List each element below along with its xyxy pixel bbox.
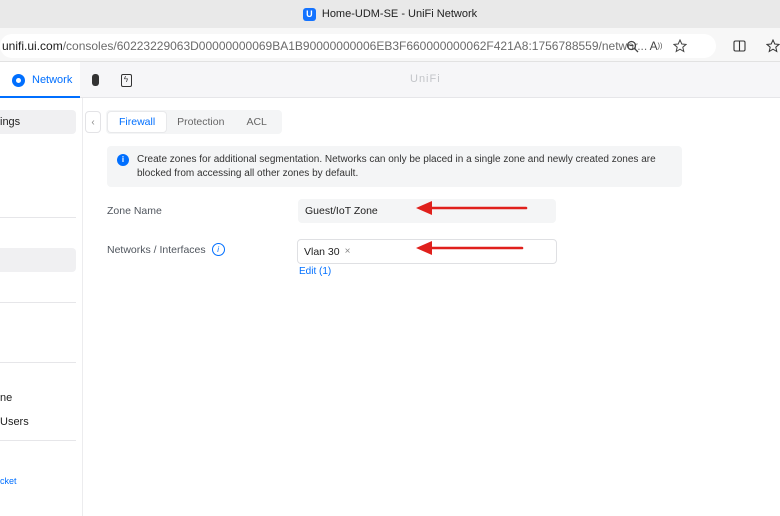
network-chip: Vlan 30 ×: [304, 246, 350, 258]
zone-name-label-text: Zone Name: [107, 205, 162, 217]
unifi-brand-label: UniFi: [410, 73, 441, 85]
network-app-label: Network: [32, 74, 73, 86]
url-path: /consoles/60223229063D00000000069BA1B900…: [62, 39, 648, 53]
zoom-icon[interactable]: [620, 34, 644, 58]
app-header: Network ϟ UniFi: [0, 62, 780, 98]
sidebar-item-label: Users: [0, 416, 29, 428]
tab-firewall[interactable]: Firewall: [108, 112, 167, 132]
back-button[interactable]: ‹: [85, 111, 101, 133]
address-bar[interactable]: unifi.ui.com/consoles/60223229063D000000…: [0, 34, 716, 58]
browser-title-bar: U Home-UDM-SE - UniFi Network: [0, 0, 780, 28]
sidebar-item-security[interactable]: [0, 248, 76, 272]
zone-name-label: Zone Name: [107, 205, 162, 217]
sidebar-item-users[interactable]: Users: [0, 410, 76, 434]
tab-bar: Firewall Protection ACL: [106, 110, 282, 134]
network-chip-label: Vlan 30: [304, 245, 340, 258]
browser-toolbar: unifi.ui.com/consoles/60223229063D000000…: [0, 28, 780, 62]
protect-app-icon[interactable]: [86, 71, 104, 89]
annotation-arrow-icon: [416, 241, 524, 255]
edit-networks-link[interactable]: Edit (1): [299, 266, 331, 277]
browser-tab-title: Home-UDM-SE - UniFi Network: [321, 8, 478, 20]
power-app-icon[interactable]: ϟ: [117, 71, 135, 89]
sidebar-item-ne[interactable]: ne: [0, 386, 76, 410]
sidebar-divider: [0, 440, 76, 441]
sidebar-item-label: ne: [0, 392, 13, 404]
sidebar-support-ticket-link[interactable]: cket: [0, 469, 76, 493]
info-icon: i: [117, 154, 129, 166]
help-icon[interactable]: i: [211, 243, 225, 256]
networks-label-text: Networks / Interfaces: [107, 243, 206, 256]
info-banner-line-1: Create zones for additional segmentation…: [137, 154, 656, 165]
network-app-icon: [12, 73, 25, 87]
sidebar-divider: [0, 302, 76, 303]
settings-sidebar: ings ne Users cket: [0, 98, 83, 516]
tab-acl[interactable]: ACL: [235, 112, 277, 132]
sidebar-divider: [0, 217, 76, 218]
info-banner-line-2: blocked from accessing all other zones b…: [137, 168, 359, 179]
sidebar-divider: [0, 362, 76, 363]
favorites-icon[interactable]: [762, 36, 780, 56]
favorite-star-icon[interactable]: [668, 34, 692, 58]
networks-label: Networks / Interfaces i: [107, 243, 225, 256]
network-app-tab[interactable]: Network: [0, 62, 80, 98]
url-host: unifi.ui.com: [2, 39, 63, 53]
info-banner: i Create zones for additional segmentati…: [107, 146, 682, 187]
chevron-left-icon: ‹: [91, 116, 95, 128]
tab-protection[interactable]: Protection: [166, 112, 235, 132]
info-banner-text: Create zones for additional segmentation…: [137, 153, 656, 181]
split-screen-icon[interactable]: [728, 36, 750, 56]
unifi-favicon-icon: U: [302, 7, 316, 21]
sidebar-item-label: ings: [0, 116, 21, 128]
remove-chip-icon[interactable]: ×: [345, 246, 351, 257]
annotation-arrow-icon: [416, 201, 528, 215]
read-aloud-icon[interactable]: A)): [644, 34, 668, 58]
sidebar-item-settings[interactable]: ings: [0, 110, 76, 134]
support-ticket-link-label: cket: [0, 476, 17, 486]
